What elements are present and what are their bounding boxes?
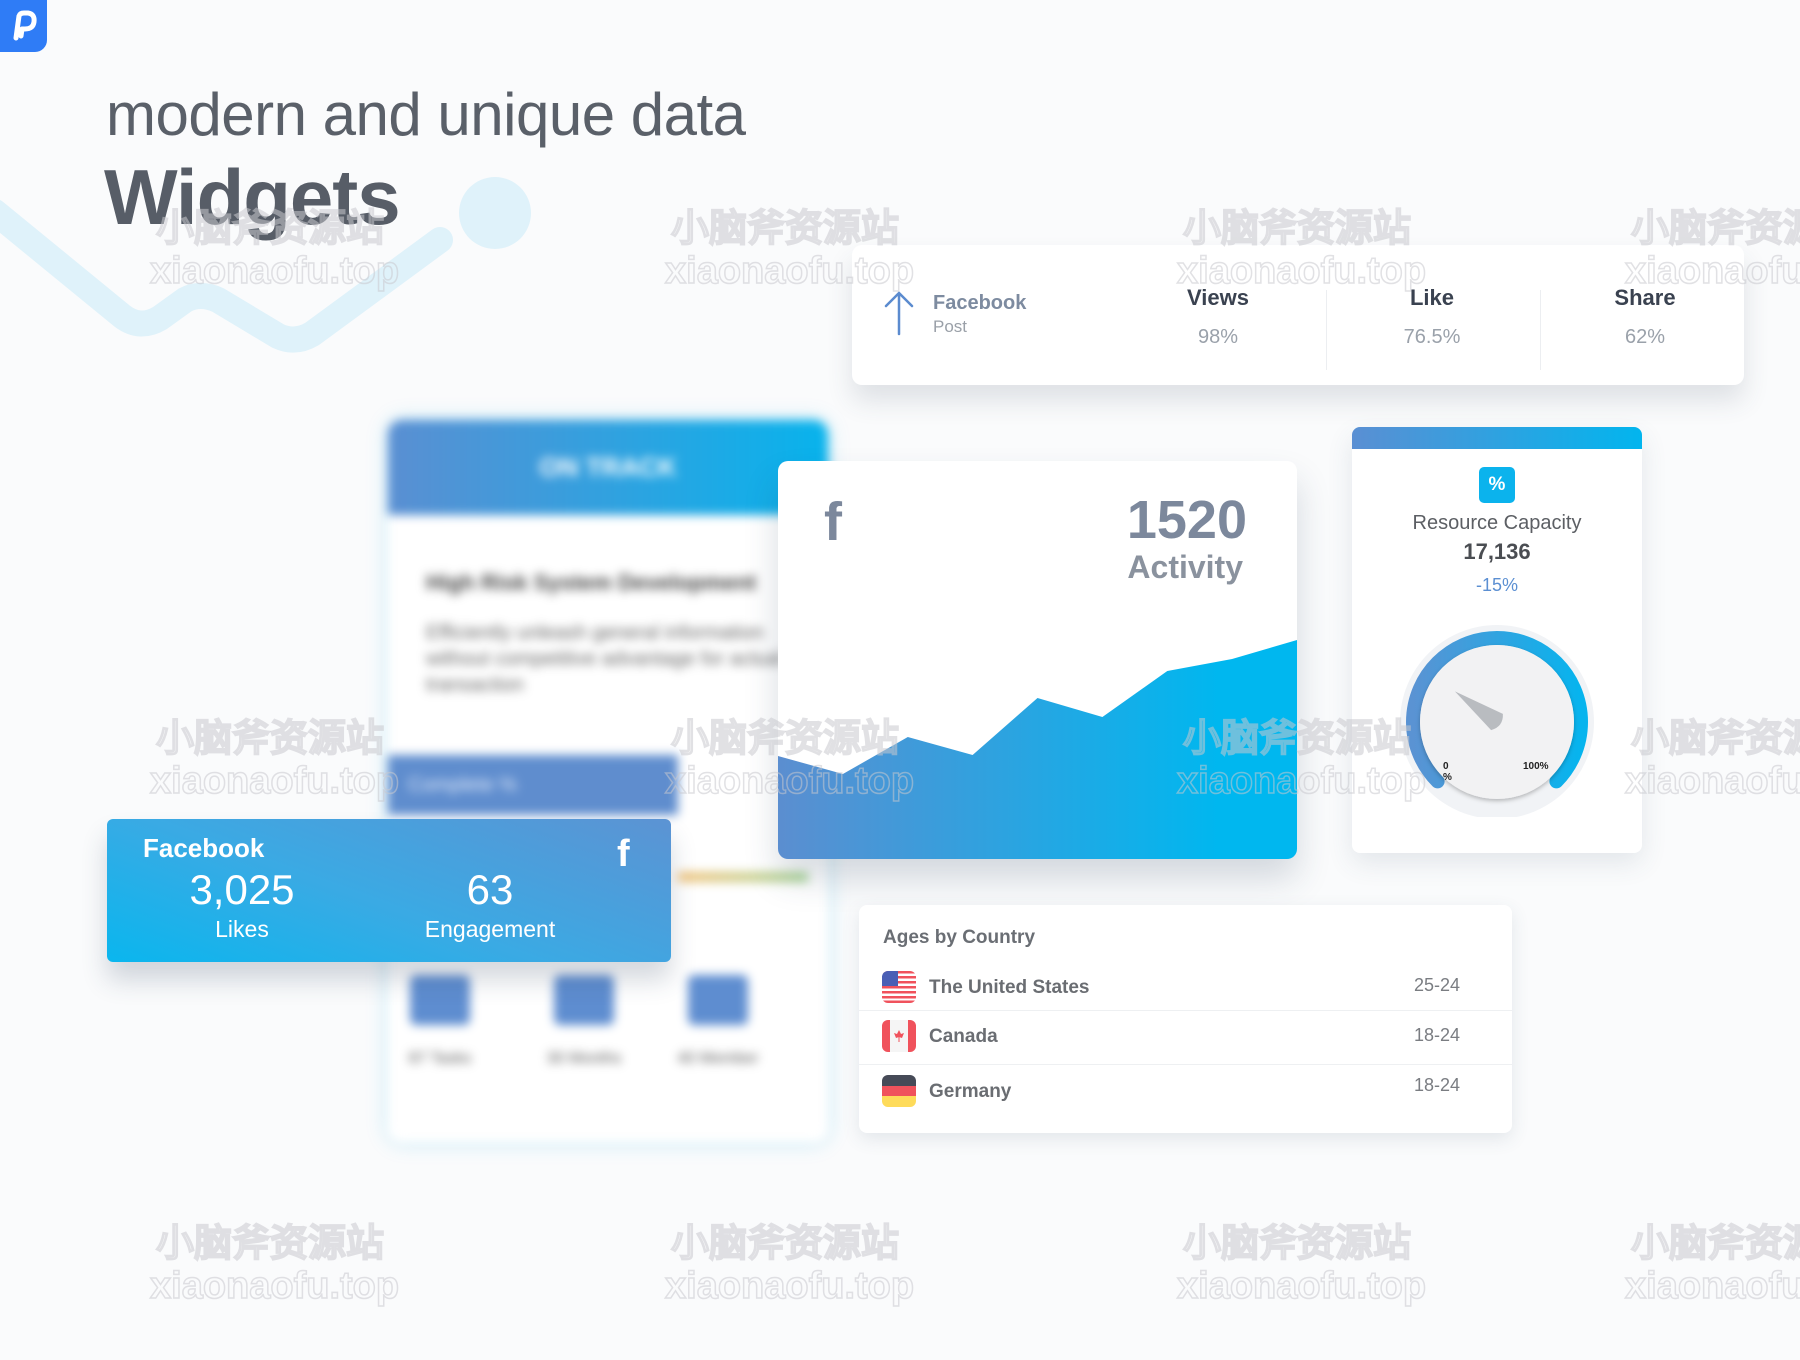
metric-label: Likes [215, 916, 269, 942]
page-subtitle: modern and unique data [106, 81, 746, 148]
project-card-blurred: ON TRACK High Risk System Development Ef… [388, 420, 828, 1142]
decorative-circle [459, 177, 531, 249]
stat-members: 40 Member [677, 1050, 759, 1067]
country-name: Canada [929, 1026, 998, 1047]
stat-value: 76.5% [1403, 326, 1461, 348]
watermark-line: 小脑斧资源站 [1630, 717, 1800, 761]
gauge-min-unit: % [1443, 772, 1452, 783]
country-name: Germany [929, 1081, 1012, 1102]
country-name: The United States [929, 977, 1090, 998]
stat-share: Share 62% [1545, 285, 1745, 349]
resource-change: -15% [1475, 575, 1519, 595]
stat-tasks: 87 Tasks [408, 1050, 472, 1067]
members-icon [688, 975, 748, 1025]
list-item[interactable]: Germany 18-24 [859, 1064, 1512, 1116]
age-range: 18-24 [1413, 1025, 1460, 1045]
stat-value: 62% [1624, 326, 1666, 348]
activity-value: 1520 [1126, 490, 1247, 550]
percent-icon: % [1479, 467, 1515, 503]
divider [1326, 290, 1327, 370]
ages-card-title: Ages by Country [883, 927, 1036, 948]
project-status: ON TRACK [388, 420, 828, 515]
watermark-line: 小脑斧资源站 [1630, 1222, 1800, 1266]
stat-months: 30 Months [546, 1050, 622, 1067]
activity-label: Activity [1127, 549, 1243, 585]
watermark-line: 小脑斧资源站 [1630, 207, 1800, 251]
germany-flag-icon [882, 1075, 916, 1107]
watermark-line: 小脑斧资源站 [670, 207, 900, 251]
gauge-max-label: 100% [1523, 761, 1549, 772]
watermark: 小脑斧资源站xiaonaofu.top [664, 1222, 915, 1308]
facebook-post-stats-card: Facebook Post Views 98% Like 76.5% Share… [852, 245, 1744, 385]
gauge-min-label: 0 [1443, 761, 1449, 772]
capacity-gauge: 0 % 100% [1400, 625, 1594, 817]
watermark: 小脑斧资源站xiaonaofu.top [1624, 1222, 1800, 1308]
activity-card: f 1520 Activity [778, 461, 1297, 859]
facebook-likes-card: Facebook f 3,025 Likes 63 Engagement [107, 819, 671, 962]
metric-value: 3,025 [189, 866, 295, 913]
watermark-line: 小脑斧资源站 [155, 1222, 385, 1266]
watermark-line: xiaonaofu.top [1624, 759, 1800, 803]
facebook-card-title: Facebook [143, 833, 265, 863]
watermark-line: 小脑斧资源站 [1182, 1222, 1412, 1266]
watermark-line: 小脑斧资源站 [1182, 207, 1412, 251]
stat-label: Share [1614, 285, 1676, 310]
resource-value: 17,136 [1463, 539, 1531, 564]
post-type: Post [933, 317, 968, 336]
metric-label: Engagement [424, 916, 556, 942]
metric-likes: 3,025 Likes [112, 865, 372, 943]
canada-flag-icon [882, 1020, 916, 1052]
watermark: 小脑斧资源站xiaonaofu.top [149, 1222, 400, 1308]
age-range: 18-24 [1413, 1075, 1460, 1095]
watermark-line: xiaonaofu.top [1624, 1264, 1800, 1308]
watermark-line: 小脑斧资源站 [670, 1222, 900, 1266]
resource-title: Resource Capacity [1412, 512, 1582, 534]
project-description: Efficiently unleash general information … [426, 622, 783, 696]
stat-label: Views [1187, 285, 1249, 310]
watermark: 小脑斧资源站xiaonaofu.top [149, 717, 400, 803]
watermark-line: xiaonaofu.top [664, 1264, 915, 1308]
age-range: 25-24 [1413, 975, 1460, 995]
post-network-name: Facebook [933, 292, 1027, 314]
stat-label: Like [1409, 285, 1455, 310]
divider [1540, 290, 1541, 370]
watermark-line: xiaonaofu.top [149, 249, 400, 293]
metric-value: 63 [466, 866, 514, 913]
stat-like: Like 76.5% [1332, 285, 1532, 349]
watermark: 小脑斧资源站xiaonaofu.top [1176, 1222, 1427, 1308]
stat-value: 98% [1197, 326, 1239, 348]
watermark-line: xiaonaofu.top [149, 759, 400, 803]
months-icon [554, 975, 614, 1025]
activity-area [778, 640, 1297, 859]
list-item[interactable]: The United States 25-24 [859, 961, 1512, 1013]
p-logo-icon [13, 10, 37, 41]
progress-bar [678, 872, 808, 882]
facebook-icon: f [824, 492, 842, 552]
list-item[interactable]: Canada 18-24 [859, 1010, 1512, 1062]
us-flag-icon [882, 971, 916, 1003]
app-logo[interactable] [0, 0, 47, 52]
tasks-icon [410, 975, 470, 1025]
watermark-line: xiaonaofu.top [149, 1264, 400, 1308]
project-title: High Risk System Development [426, 570, 757, 595]
watermark-line: 小脑斧资源站 [155, 717, 385, 761]
metric-engagement: 63 Engagement [360, 865, 620, 943]
stat-views: Views 98% [1118, 285, 1318, 349]
page-title: Widgets [104, 153, 401, 241]
ages-by-country-card: Ages by Country The United States 25-24 [859, 905, 1512, 1133]
watermark-line: xiaonaofu.top [1176, 1264, 1427, 1308]
card-top-bar [1352, 427, 1642, 449]
complete-label: Complete % [388, 755, 678, 815]
watermark: 小脑斧资源站xiaonaofu.top [1624, 717, 1800, 803]
resource-capacity-card: % Resource Capacity 17,136 -15% 0 % 100% [1352, 427, 1642, 853]
arrow-up-icon [884, 291, 914, 336]
